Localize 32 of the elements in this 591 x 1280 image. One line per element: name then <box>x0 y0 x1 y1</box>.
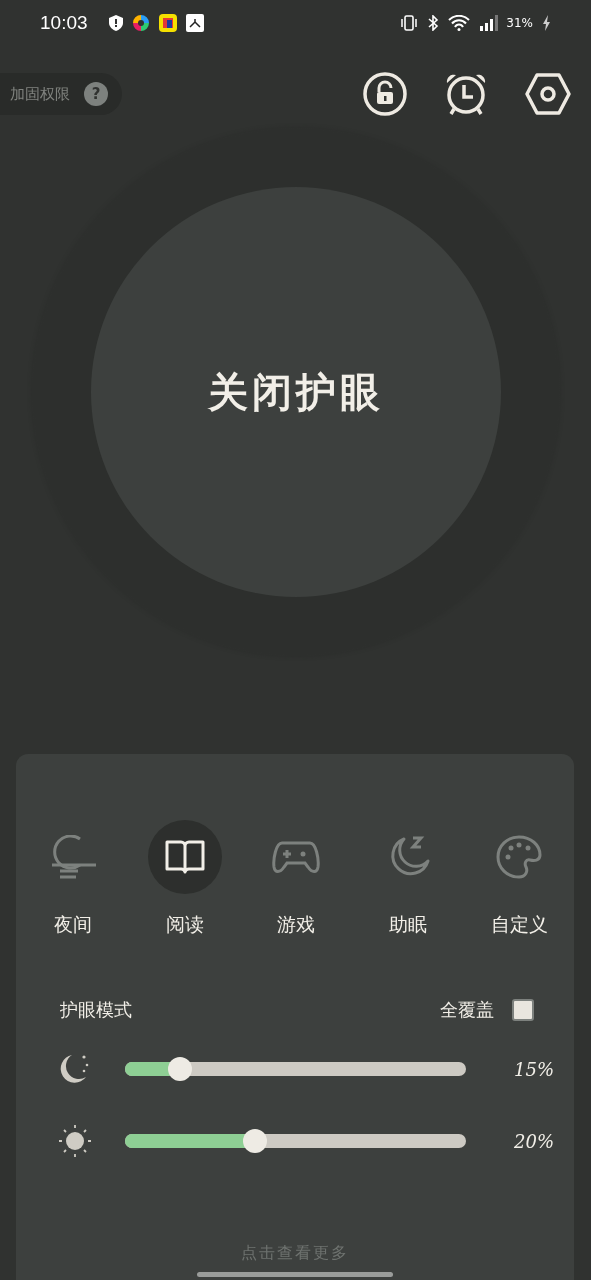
lock-icon[interactable] <box>363 72 407 116</box>
signal-icon <box>479 15 500 31</box>
slider-value: 15% <box>514 1058 554 1080</box>
slider-value: 20% <box>514 1130 554 1152</box>
slider-thumb[interactable] <box>242 1129 267 1153</box>
moon-horizon-icon <box>50 835 96 879</box>
app-icon <box>185 14 204 32</box>
status-time: 10:03 <box>40 12 88 34</box>
mode-tab[interactable]: 夜间 <box>28 820 118 938</box>
settings-icon[interactable] <box>525 72 571 116</box>
mode-tab[interactable]: 助眠 <box>362 820 453 938</box>
sun-icon <box>58 1124 92 1158</box>
permission-label: 加固权限 <box>10 84 70 104</box>
palette-icon <box>496 835 542 879</box>
toggle-eye-care-button[interactable]: 关闭护眼 <box>90 187 501 597</box>
app-icon <box>131 14 150 32</box>
vibrate-icon <box>400 15 419 31</box>
permission-badge[interactable]: 加固权限 ? <box>0 73 122 115</box>
mode-tab[interactable]: 游戏 <box>251 820 341 938</box>
full-cover-label: 全覆盖 <box>440 998 494 1022</box>
gamepad-icon <box>272 839 320 875</box>
battery-level: 31% <box>506 16 533 30</box>
mode-title: 护眼模式 <box>60 998 132 1022</box>
app-icon <box>158 14 177 32</box>
bluetooth-icon <box>427 15 440 31</box>
shield-icon <box>108 15 123 31</box>
full-cover-checkbox[interactable] <box>512 999 534 1021</box>
mode-tab[interactable]: 自定义 <box>474 820 564 938</box>
book-icon <box>164 838 205 876</box>
slider-thumb[interactable] <box>167 1057 192 1081</box>
wifi-icon <box>448 15 471 31</box>
charging-icon <box>542 15 551 31</box>
